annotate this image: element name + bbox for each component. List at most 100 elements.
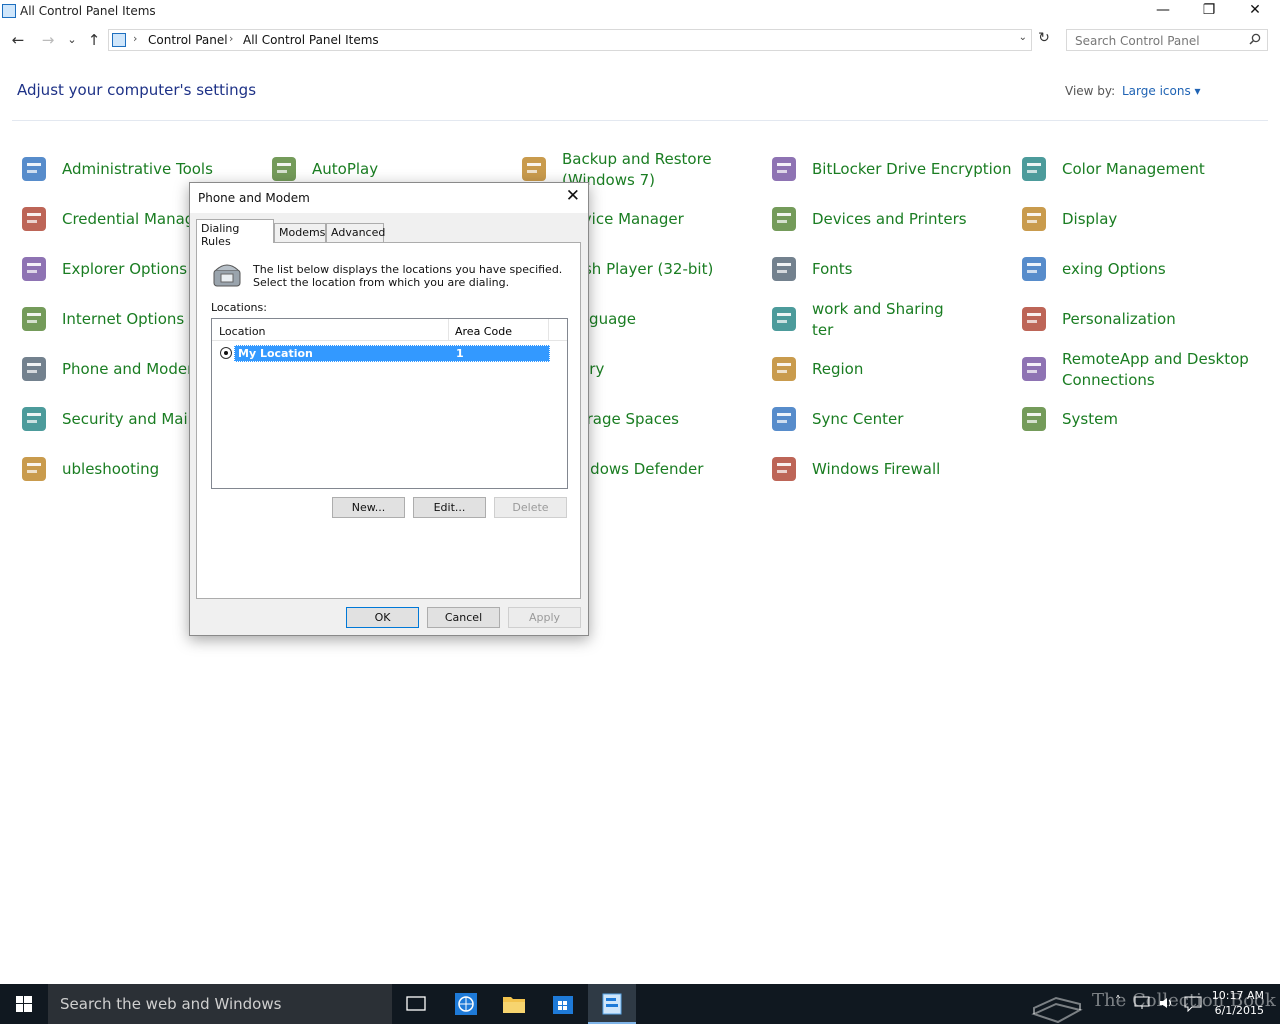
item-label[interactable]: work and Sharing ter <box>812 299 944 341</box>
maximize-button[interactable]: ❐ <box>1186 0 1232 22</box>
item-label[interactable]: System <box>1062 409 1118 430</box>
up-arrow-icon[interactable]: ↑ <box>84 30 104 50</box>
item-label[interactable]: Devices and Printers <box>812 209 967 230</box>
taskbar-edge[interactable] <box>442 984 490 1024</box>
taskbar-control-panel[interactable] <box>588 984 636 1024</box>
refresh-icon[interactable]: ↻ <box>1034 30 1054 50</box>
item-label[interactable]: Administrative Tools <box>62 159 213 180</box>
item-label[interactable]: Color Management <box>1062 159 1205 180</box>
list-item[interactable]: My Location 1 <box>218 345 550 362</box>
control-panel-item[interactable]: Color Management <box>1018 151 1263 191</box>
item-label[interactable]: RemoteApp and Desktop Connections <box>1062 349 1249 391</box>
control-panel-item[interactable]: Personalization <box>1018 301 1263 341</box>
cancel-button[interactable]: Cancel <box>427 607 500 628</box>
item-label[interactable]: Internet Options <box>62 309 184 330</box>
control-panel-item[interactable]: Devices and Printers <box>768 201 1013 241</box>
control-panel-item[interactable]: Region <box>768 351 1013 391</box>
item-label[interactable]: ubleshooting <box>62 459 159 480</box>
breadcrumb-separator[interactable]: › <box>133 32 137 45</box>
explorer-options-icon <box>22 257 46 281</box>
printer-icon <box>772 207 796 231</box>
search-icon[interactable] <box>1249 33 1261 45</box>
apply-button[interactable]: Apply <box>508 607 581 628</box>
control-panel-item[interactable]: BitLocker Drive Encryption <box>768 151 1013 191</box>
column-area-code[interactable]: Area Code <box>448 319 548 341</box>
tab-advanced[interactable]: Advanced <box>326 223 385 242</box>
item-label-line1: exing Options <box>1062 260 1166 278</box>
taskbar-file-explorer[interactable] <box>490 984 538 1024</box>
taskbar: Search the web and Windows ˄ 10:17 AM 6/… <box>0 984 1280 1024</box>
task-view-button[interactable] <box>392 984 440 1024</box>
dialog-title: Phone and Modem <box>198 191 310 205</box>
item-label[interactable]: Fonts <box>812 259 852 280</box>
back-arrow-icon[interactable]: ← <box>8 30 28 50</box>
item-label[interactable]: Sync Center <box>812 409 903 430</box>
autoplay-icon <box>272 157 296 181</box>
control-panel-item[interactable]: Sync Center <box>768 401 1013 441</box>
control-panel-icon <box>112 33 126 47</box>
taskbar-search-box[interactable]: Search the web and Windows <box>48 984 392 1024</box>
taskbar-store[interactable] <box>539 984 587 1024</box>
control-panel-item[interactable]: System <box>1018 401 1263 441</box>
new-location-button[interactable]: New... <box>332 497 405 518</box>
phone-and-modem-dialog: Phone and Modem ✕ Dialing Rules Modems A… <box>189 182 589 636</box>
item-label[interactable]: Windows Firewall <box>812 459 940 480</box>
dialing-rules-panel: The list below displays the locations yo… <box>196 242 581 599</box>
close-button[interactable]: ✕ <box>1232 0 1278 22</box>
control-panel-item[interactable]: Fonts <box>768 251 1013 291</box>
breadcrumb-all-items[interactable]: All Control Panel Items <box>243 33 379 47</box>
item-label[interactable]: exing Options <box>1062 259 1166 280</box>
forward-arrow-icon[interactable]: → <box>38 30 58 50</box>
tab-dialing-rules[interactable]: Dialing Rules <box>196 219 274 248</box>
location-radio[interactable] <box>220 347 232 359</box>
control-panel-item[interactable]: work and Sharing ter <box>768 299 1013 341</box>
item-label[interactable]: Phone and Modem <box>62 359 202 380</box>
dialog-close-icon[interactable]: ✕ <box>566 186 580 206</box>
address-bar[interactable]: › Control Panel › All Control Panel Item… <box>108 29 1032 51</box>
item-label-line1: Security and Maint <box>62 410 204 428</box>
start-button[interactable] <box>0 984 48 1024</box>
view-by-dropdown[interactable]: Large icons ▾ <box>1122 84 1201 98</box>
item-label[interactable]: Display <box>1062 209 1117 230</box>
item-label[interactable]: Region <box>812 359 863 380</box>
minimize-button[interactable]: — <box>1140 0 1186 22</box>
control-panel-item[interactable]: Display <box>1018 201 1263 241</box>
internet-options-icon <box>22 307 46 331</box>
item-label-line1: Color Management <box>1062 160 1205 178</box>
item-label-line1: Sync Center <box>812 410 904 428</box>
item-label[interactable]: BitLocker Drive Encryption <box>812 159 1011 180</box>
control-panel-item[interactable]: exing Options <box>1018 251 1263 291</box>
page-title: Adjust your computer's settings <box>17 81 257 99</box>
ok-button[interactable]: OK <box>346 607 419 628</box>
item-label[interactable]: Credential Manage <box>62 209 204 230</box>
selected-row-highlight[interactable]: My Location 1 <box>234 345 550 362</box>
locations-list[interactable]: Location Area Code My Location 1 <box>211 318 568 489</box>
column-location[interactable]: Location <box>219 325 266 338</box>
location-name: My Location <box>238 347 313 360</box>
control-panel-item[interactable]: Windows Firewall <box>768 451 1013 491</box>
address-dropdown-icon[interactable]: ⌄ <box>1019 32 1027 43</box>
item-label[interactable]: Personalization <box>1062 309 1176 330</box>
phone-icon <box>213 264 241 287</box>
edit-location-button[interactable]: Edit... <box>413 497 486 518</box>
admin-tools-icon <box>22 157 46 181</box>
location-area-code: 1 <box>456 347 464 360</box>
item-label-line1: Administrative Tools <box>62 160 213 178</box>
control-panel-item[interactable]: RemoteApp and Desktop Connections <box>1018 349 1263 391</box>
firewall-icon <box>772 457 796 481</box>
search-placeholder: Search Control Panel <box>1075 34 1200 48</box>
region-icon <box>772 357 796 381</box>
item-label[interactable]: Security and Maint <box>62 409 203 430</box>
breadcrumb-control-panel[interactable]: Control Panel <box>148 33 228 47</box>
search-input[interactable]: Search Control Panel <box>1066 29 1268 51</box>
item-label[interactable]: Explorer Options <box>62 259 187 280</box>
recent-locations-icon[interactable]: ⌄ <box>62 30 82 50</box>
browser-icon <box>455 993 477 1015</box>
folder-icon <box>503 997 525 1013</box>
tab-modems[interactable]: Modems <box>274 223 326 242</box>
divider <box>12 120 1268 121</box>
item-label-line1: Credential Manage <box>62 210 204 228</box>
delete-location-button[interactable]: Delete <box>494 497 567 518</box>
item-label[interactable]: AutoPlay <box>312 159 378 180</box>
breadcrumb-separator[interactable]: › <box>229 32 233 45</box>
